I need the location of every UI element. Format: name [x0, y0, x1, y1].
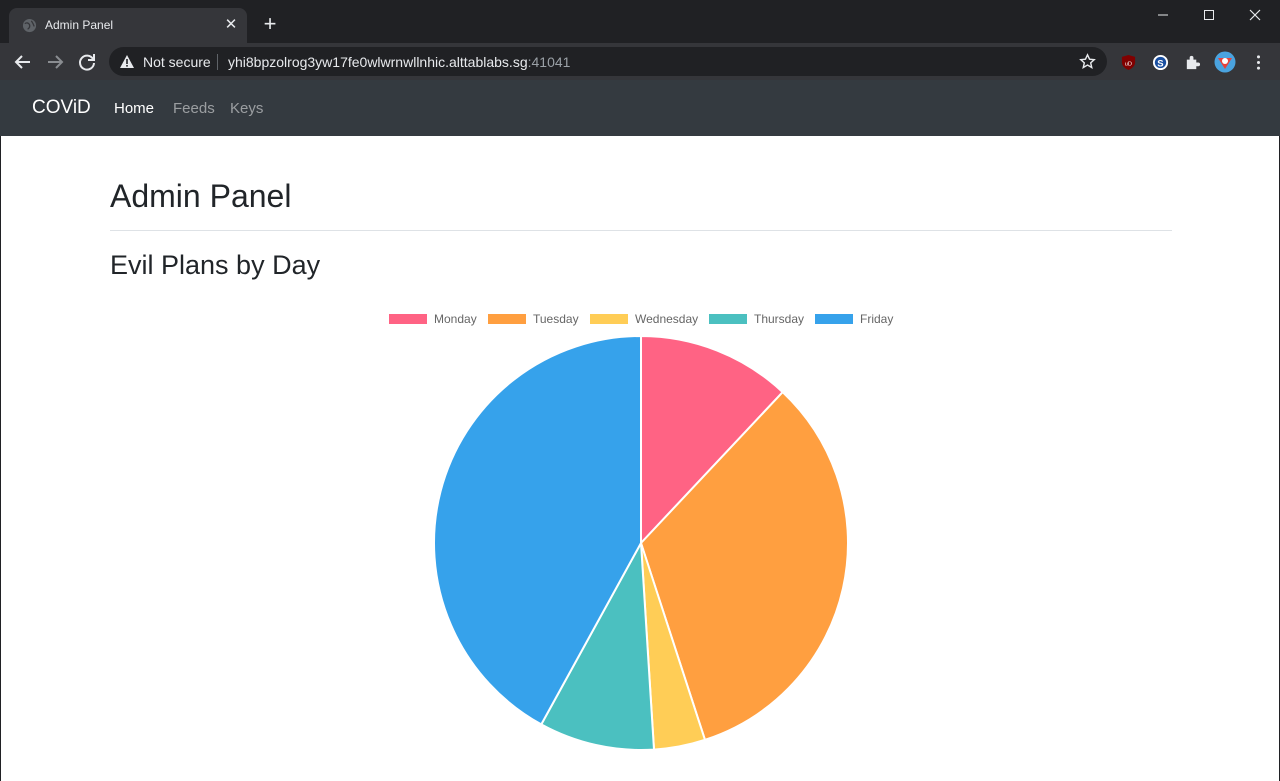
browser-toolbar: Not secure yhi8bpzolrog3yw17fe0wlwrnwlln… — [0, 43, 1280, 80]
close-window-icon[interactable] — [1232, 0, 1278, 32]
tab-title: Admin Panel — [45, 18, 114, 32]
minimize-icon[interactable] — [1140, 0, 1186, 32]
new-tab-icon[interactable]: + — [259, 13, 281, 35]
reload-icon[interactable] — [75, 50, 99, 74]
extensions-puzzle-icon[interactable] — [1184, 54, 1201, 71]
nav-link-keys[interactable]: Keys — [230, 100, 263, 117]
browser-tab[interactable]: Admin Panel ✕ — [9, 8, 247, 43]
url-host: yhi8bpzolrog3yw17fe0wlwrnwllnhic.alttabl… — [228, 54, 528, 70]
s-extension-icon[interactable]: S — [1152, 54, 1169, 71]
maximize-icon[interactable] — [1186, 0, 1232, 32]
address-bar[interactable]: Not secure yhi8bpzolrog3yw17fe0wlwrnwlln… — [109, 47, 1107, 76]
svg-text:uD: uD — [1125, 61, 1132, 67]
tab-close-icon[interactable]: ✕ — [223, 17, 239, 33]
url-port: :41041 — [527, 54, 571, 70]
ublock-extension-icon[interactable]: uD — [1120, 54, 1137, 71]
globe-icon — [22, 18, 37, 33]
profile-avatar-icon[interactable] — [1214, 51, 1236, 73]
pie-chart[interactable] — [1, 136, 1279, 781]
omnibox-divider — [217, 54, 218, 70]
bookmark-star-icon[interactable] — [1079, 53, 1096, 70]
nav-link-feeds[interactable]: Feeds — [173, 100, 215, 117]
page-content: Admin Panel Evil Plans by Day Monday Tue… — [0, 136, 1280, 781]
browser-tabstrip: Admin Panel ✕ + — [0, 0, 1280, 43]
warning-icon[interactable] — [119, 54, 135, 69]
svg-text:S: S — [1157, 58, 1163, 69]
forward-arrow-icon[interactable] — [43, 50, 67, 74]
security-label[interactable]: Not secure — [143, 54, 211, 70]
navbar-brand[interactable]: COViD — [32, 97, 91, 119]
url-text[interactable]: yhi8bpzolrog3yw17fe0wlwrnwllnhic.alttabl… — [228, 54, 570, 70]
browser-menu-icon[interactable] — [1250, 54, 1267, 71]
back-arrow-icon[interactable] — [11, 50, 35, 74]
nav-link-home[interactable]: Home — [114, 100, 154, 117]
site-navbar: COViD Home Feeds Keys — [0, 80, 1280, 136]
